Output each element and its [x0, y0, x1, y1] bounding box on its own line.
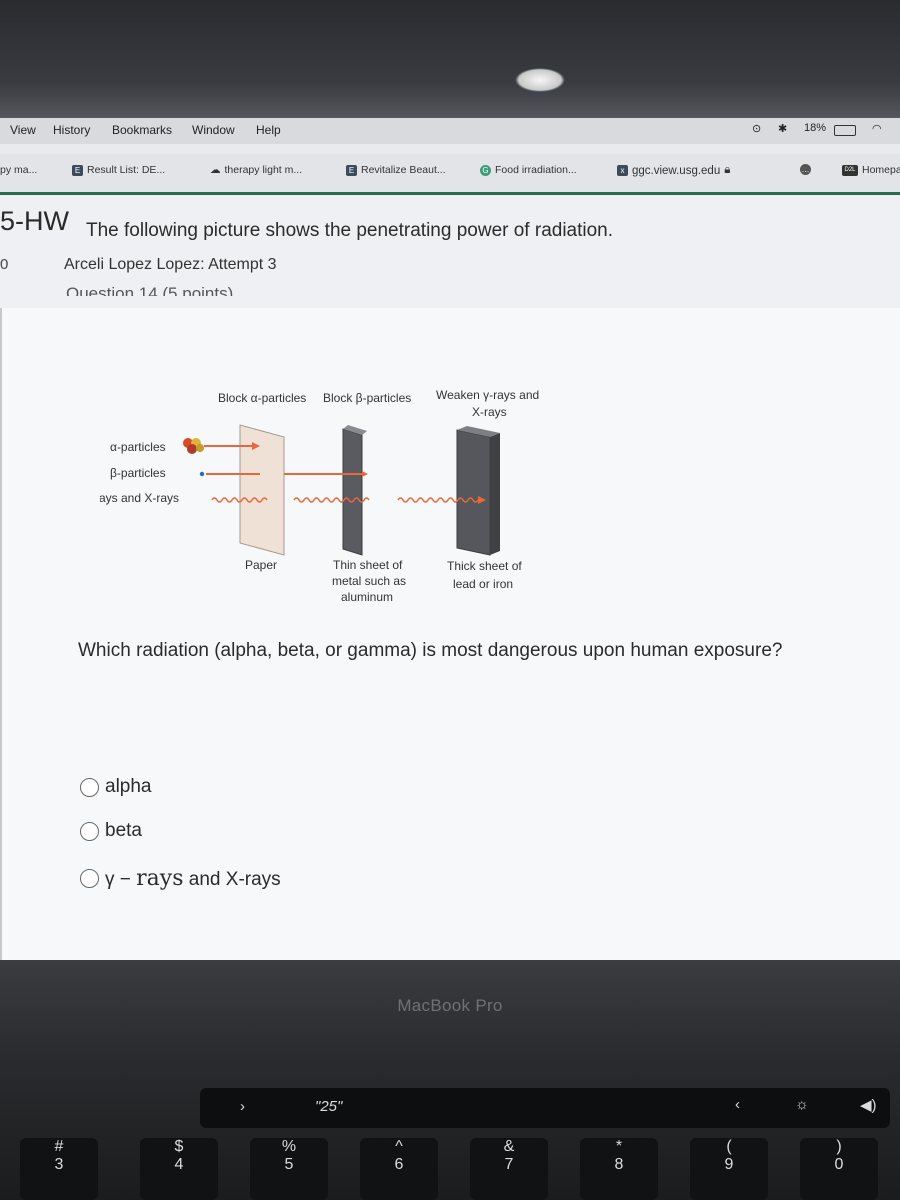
bookmark-1[interactable]: py ma...: [0, 164, 37, 176]
lock-icon: 🔒︎: [724, 164, 731, 176]
radio-gamma[interactable]: [80, 869, 99, 888]
question-prompt: The following picture shows the penetrat…: [86, 220, 614, 241]
label-block-beta: Block β-particles: [323, 391, 411, 405]
option-alpha[interactable]: alpha: [80, 776, 152, 798]
label-xrays: X-rays: [472, 405, 507, 419]
label-thin-metal-3: aluminum: [341, 590, 393, 604]
label-alpha-particles: α-particles: [110, 440, 166, 454]
battery-icon[interactable]: [834, 125, 856, 136]
label-block-alpha: Block α-particles: [218, 391, 306, 405]
chevron-right-icon[interactable]: ›: [240, 1098, 245, 1115]
option-beta[interactable]: beta: [80, 820, 142, 842]
label-thin-metal-1: Thin sheet of: [333, 558, 403, 572]
touch-bar: › "25" ‹ ☼ ◀): [200, 1088, 890, 1128]
question-text: Which radiation (alpha, beta, or gamma) …: [78, 640, 783, 661]
more-icon[interactable]: …: [800, 164, 811, 175]
key-8[interactable]: * 8: [580, 1138, 658, 1200]
attempt-label: Arceli Lopez Lopez: Attempt 3: [64, 256, 277, 273]
label-gamma-xrays: γ-rays and X-rays: [100, 491, 179, 505]
option-beta-label: beta: [105, 820, 142, 841]
site-icon: x: [617, 165, 628, 176]
bookmark-result-list[interactable]: E Result List: DE...: [72, 164, 165, 176]
label-paper: Paper: [245, 558, 277, 572]
label-beta-particles: β-particles: [110, 466, 166, 480]
label-thin-metal-2: metal such as: [332, 574, 406, 588]
page-title: 5-HW: [0, 206, 69, 236]
bookmark-revitalize[interactable]: E Revitalize Beaut...: [346, 164, 446, 176]
bookmarks-bar: py ma... E Result List: DE... ☁ therapy li…: [0, 154, 900, 195]
menu-bar: View History Bookmarks Window Help ⊙ ✱ 1…: [0, 118, 900, 144]
brand-label: MacBook Pro: [397, 996, 503, 1015]
option-gamma[interactable]: γ − rays and X-rays: [80, 866, 281, 891]
volume-icon[interactable]: ◀): [860, 1096, 877, 1114]
brightness-icon[interactable]: ☼: [795, 1096, 809, 1113]
key-7[interactable]: & 7: [470, 1138, 548, 1200]
wifi-icon[interactable]: ◠: [872, 122, 882, 135]
key-3[interactable]: #3: [20, 1138, 98, 1200]
key-9[interactable]: (9: [690, 1138, 768, 1200]
menu-help[interactable]: Help: [256, 123, 281, 137]
lead-sheet: [456, 429, 491, 556]
bookmark-therapy-light[interactable]: ☁ therapy light m...: [210, 164, 302, 176]
menu-bookmarks[interactable]: Bookmarks: [112, 123, 172, 137]
chevron-left-icon[interactable]: ‹: [735, 1096, 740, 1113]
alpha-particle-icon: [183, 438, 204, 454]
left-number: 0: [0, 256, 9, 273]
ebsco-icon: E: [346, 164, 357, 176]
menu-window[interactable]: Window: [192, 123, 235, 137]
beta-arrowhead: [362, 471, 368, 477]
radiation-diagram: Block α-particles Block β-particles Weak…: [100, 388, 539, 604]
radio-alpha[interactable]: [80, 777, 99, 797]
light-glare: [515, 68, 565, 92]
option-alpha-label: alpha: [105, 776, 152, 797]
keyboard-row: #3 $4 % 5 ^ 6 & 7 * 8 (9 ) 0: [0, 1138, 900, 1200]
laptop-bezel: [0, 0, 900, 118]
label-weaken-gamma: Weaken γ-rays and: [436, 388, 539, 402]
key-0[interactable]: ) 0: [800, 1138, 878, 1200]
bluetooth-icon[interactable]: ✱: [778, 122, 787, 135]
key-4[interactable]: $4: [140, 1138, 218, 1200]
bookmark-food-irradiation[interactable]: G Food irradiation...: [480, 164, 577, 176]
battery-percent: 18%: [804, 122, 827, 134]
label-thick-sheet-1: Thick sheet of: [447, 559, 522, 573]
cloud-icon: ☁: [210, 164, 221, 176]
d2l-icon: D2L: [842, 164, 858, 176]
google-icon: G: [480, 164, 491, 176]
key-5[interactable]: % 5: [250, 1138, 328, 1200]
lead-side: [490, 433, 500, 555]
bookmark-homepage[interactable]: D2L Homepa: [842, 164, 900, 176]
paper-sheet: [239, 424, 285, 556]
menu-view[interactable]: View: [10, 123, 36, 137]
option-gamma-label: γ − rays and X-rays: [105, 866, 281, 891]
key-6[interactable]: ^ 6: [360, 1138, 438, 1200]
menu-history[interactable]: History: [53, 123, 90, 137]
radio-beta[interactable]: [80, 821, 99, 841]
aluminum-sheet: [342, 428, 363, 556]
label-thick-sheet-2: lead or iron: [453, 577, 513, 591]
touchbar-suggestion[interactable]: "25": [315, 1098, 342, 1115]
question-header: Question 14 (5 points): [66, 284, 234, 296]
play-icon[interactable]: ⊙: [752, 122, 761, 135]
beta-particle-icon: [199, 471, 205, 477]
url-display[interactable]: x ggc.view.usg.edu 🔒︎: [617, 164, 730, 177]
ebsco-icon: E: [72, 164, 83, 176]
